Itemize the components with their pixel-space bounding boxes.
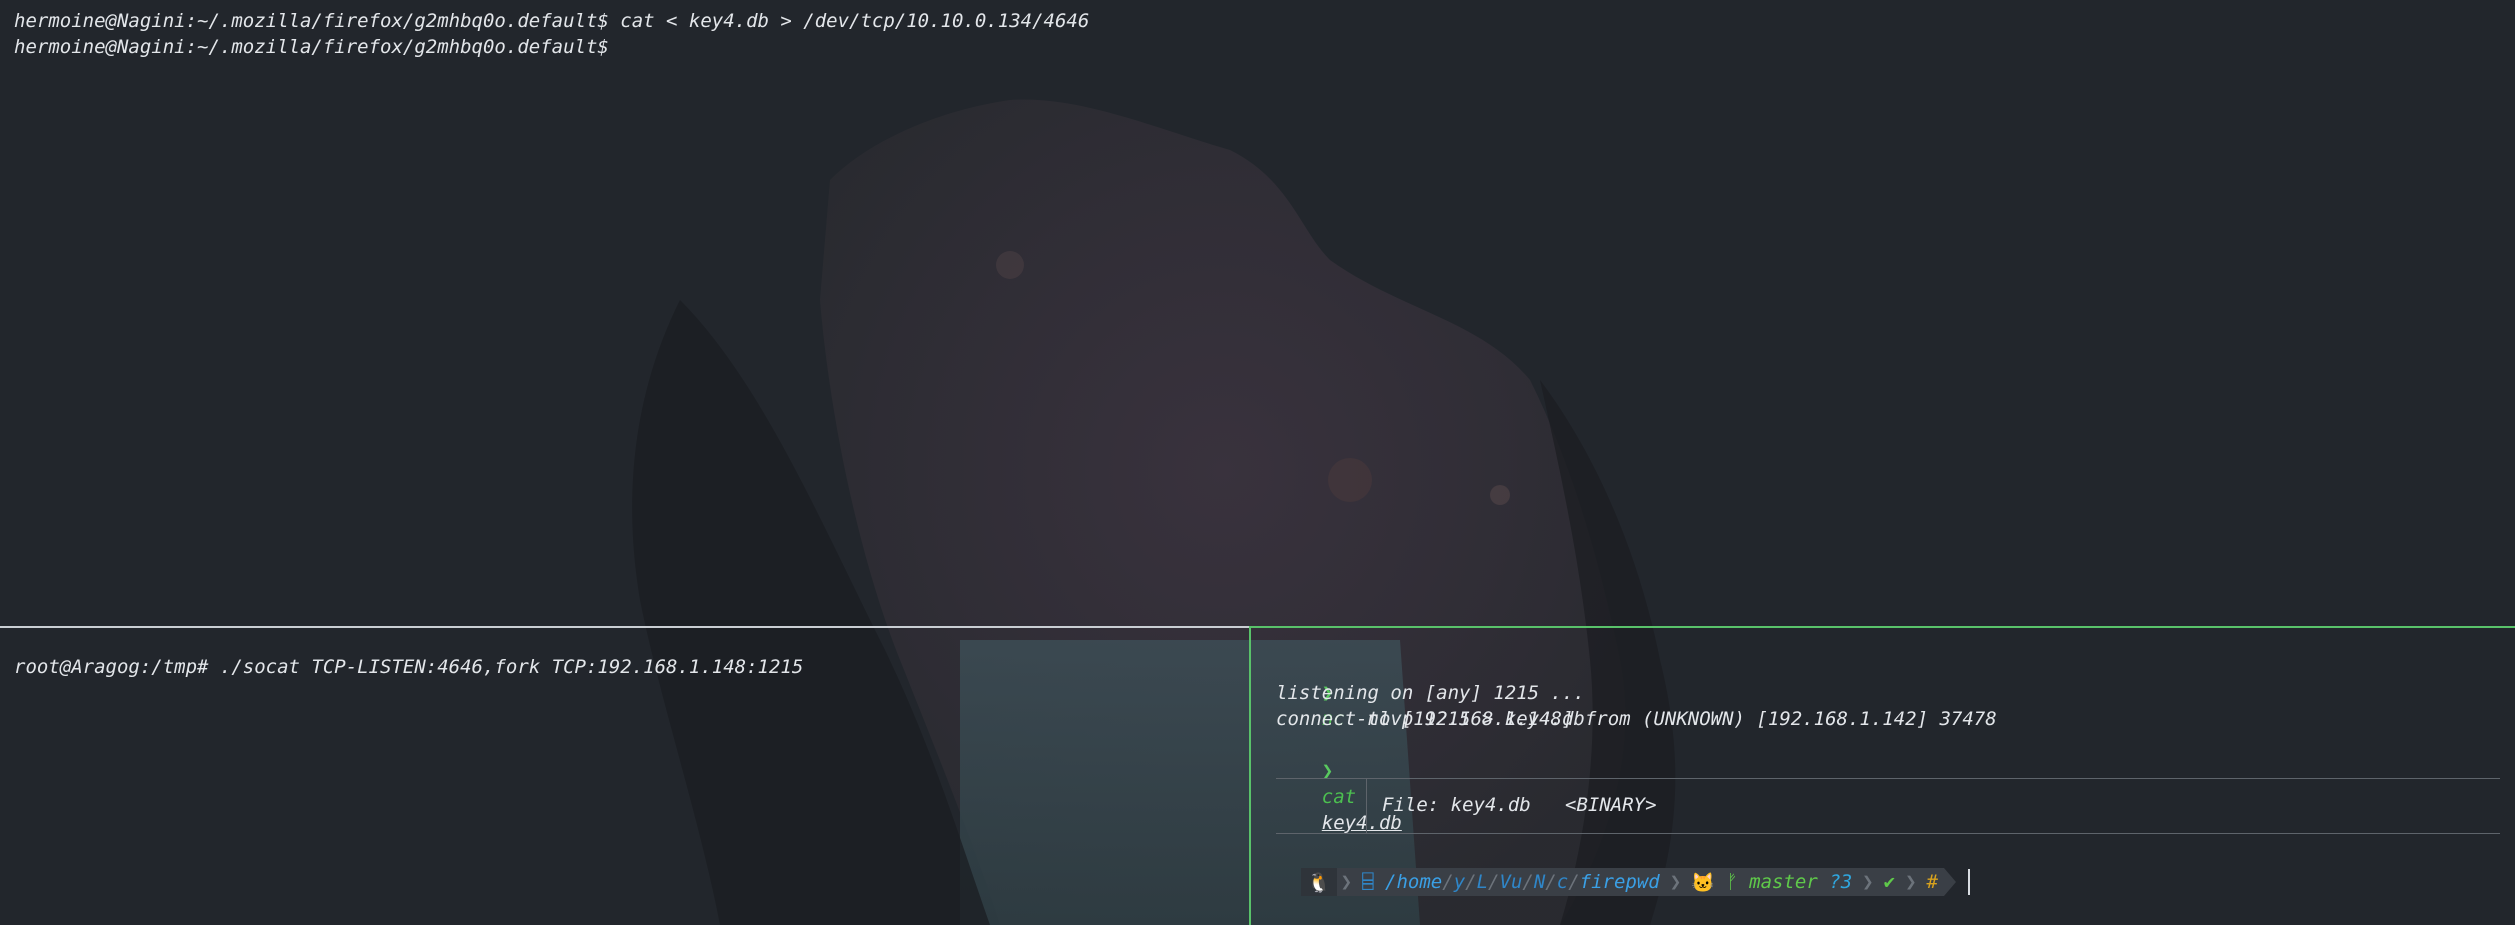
directory-segment: ⌸ /home / y / L / Vu / N / c / firepwd <box>1356 868 1666 896</box>
segment-chevron-icon: ❯ <box>1665 868 1686 896</box>
github-icon: 🐱 <box>1691 871 1715 894</box>
segment-chevron-icon: ❯ <box>1858 868 1878 896</box>
dir-separator: / <box>1568 871 1580 893</box>
bat-rule-bottom <box>1276 833 2500 834</box>
prompt-char-segment: # <box>1920 868 1944 896</box>
git-untracked-count: ?3 <box>1829 871 1853 893</box>
terminal-line-2: hermoine@Nagini:~/.mozilla/firefox/g2mhb… <box>14 36 609 58</box>
output-connect: connect to [192.168.1.148] from (UNKNOWN… <box>1276 708 1997 730</box>
segment-chevron-icon: ❯ <box>1901 868 1921 896</box>
terminal-pane-bottom-right[interactable]: ❯ nc -nlvp 1215 > key4.db listening on [… <box>1251 628 2515 925</box>
dir-separator: / <box>1488 871 1500 893</box>
terminal-line-socat: root@Aragog:/tmp# ./socat TCP-LISTEN:464… <box>14 656 804 678</box>
dir-current: firepwd <box>1579 871 1660 893</box>
active-pane-border-left <box>1249 628 1251 925</box>
bat-file-header: File: key4.db <BINARY> <box>1382 794 1657 816</box>
git-branch-name: master <box>1749 871 1818 893</box>
terminal-pane-top[interactable]: hermoine@Nagini:~/.mozilla/firefox/g2mhb… <box>0 0 2515 626</box>
powerline-prompt: 🐧 ❯ ⌸ /home / y / L / Vu / N / c / firepwd ❯ 🐱 ᚠ… <box>1301 868 1970 896</box>
folder-icon: ⌸ <box>1362 871 1374 893</box>
linux-icon: 🐧 <box>1307 871 1331 894</box>
prompt-hash: # <box>1926 871 1938 893</box>
segment-chevron-icon: ❯ <box>1336 868 1357 896</box>
bat-rule-top <box>1276 778 2500 779</box>
terminal-line-1: hermoine@Nagini:~/.mozilla/firefox/g2mhb… <box>14 10 1090 32</box>
command-name: cat <box>1321 786 1357 808</box>
branch-icon: ᚠ <box>1726 871 1738 893</box>
dir-part-5: c <box>1556 871 1569 893</box>
git-segment: 🐱 ᚠ master ?3 <box>1685 868 1859 896</box>
dir-home: /home <box>1385 871 1443 893</box>
output-listening: listening on [any] 1215 ... <box>1276 682 1585 704</box>
active-pane-border-top <box>1249 626 2515 628</box>
powerline-tail-icon <box>1943 868 1956 896</box>
status-segment: ✔ <box>1877 868 1902 896</box>
pane-divider-horizontal <box>0 626 1251 628</box>
dir-part-4: N <box>1533 871 1546 893</box>
dir-separator: / <box>1465 871 1477 893</box>
dir-part-1: y <box>1453 871 1466 893</box>
bat-gutter-separator <box>1366 778 1367 833</box>
dir-part-2: L <box>1476 871 1489 893</box>
checkmark-icon: ✔ <box>1883 871 1896 893</box>
dir-separator: / <box>1522 871 1534 893</box>
dir-separator: / <box>1442 871 1454 893</box>
os-segment: 🐧 <box>1301 868 1337 896</box>
terminal-pane-bottom-left[interactable]: root@Aragog:/tmp# ./socat TCP-LISTEN:464… <box>0 628 1249 925</box>
text-cursor[interactable] <box>1967 869 1970 895</box>
dir-part-3: Vu <box>1499 871 1523 893</box>
dir-separator: / <box>1545 871 1557 893</box>
